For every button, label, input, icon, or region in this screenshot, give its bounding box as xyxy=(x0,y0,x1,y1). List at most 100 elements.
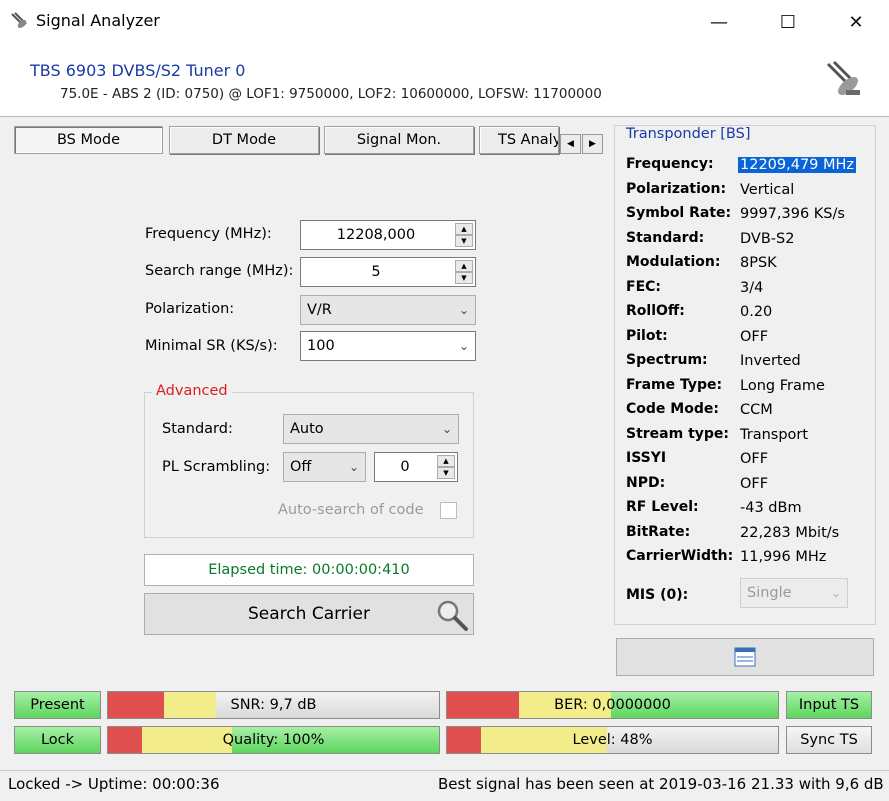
satellite-app-icon xyxy=(11,12,27,28)
search-range-input[interactable]: 5 ▲ ▼ xyxy=(300,257,476,287)
tab-ts-analyzer[interactable]: TS Analy xyxy=(479,126,559,154)
transponder-value: Long Frame xyxy=(740,377,825,394)
transponder-key: Frame Type: xyxy=(626,376,723,393)
transponder-key: RollOff: xyxy=(626,303,685,319)
frequency-input[interactable]: 12208,000 ▲ ▼ xyxy=(300,220,476,250)
transponder-value: OFF xyxy=(740,328,769,345)
search-range-label: Search range (MHz): xyxy=(145,263,294,279)
chevron-down-icon: ⌄ xyxy=(458,303,469,317)
transponder-key: FEC: xyxy=(626,278,661,295)
transponder-list-button[interactable] xyxy=(616,638,874,676)
transponder-value: 9997,396 KS/s xyxy=(740,206,845,222)
polarization-select[interactable]: V/R ⌄ xyxy=(300,295,476,325)
present-indicator: Present xyxy=(14,691,101,719)
pl-code-value: 0 xyxy=(400,459,410,475)
transponder-legend: Transponder [BS] xyxy=(622,126,755,142)
transponder-key: Pilot: xyxy=(626,327,668,344)
pl-scrambling-value: Off xyxy=(290,459,312,475)
snr-text: SNR: 9,7 dB xyxy=(230,697,317,713)
standard-select[interactable]: Auto ⌄ xyxy=(283,414,459,444)
mis-select[interactable]: Single ⌄ xyxy=(740,578,848,608)
minimal-sr-combo[interactable]: 100 ⌄ xyxy=(300,331,476,361)
transponder-value: CCM xyxy=(740,402,773,418)
search-range-spinner[interactable]: ▲ ▼ xyxy=(455,260,473,284)
pl-scrambling-select[interactable]: Off ⌄ xyxy=(283,452,366,482)
standard-label: Standard: xyxy=(162,421,233,437)
frequency-spinner[interactable]: ▲ ▼ xyxy=(455,223,473,247)
transponder-value[interactable]: 12209,479 MHz xyxy=(738,157,857,173)
search-range-value: 5 xyxy=(371,264,381,280)
standard-value: Auto xyxy=(290,421,324,437)
magnifier-icon xyxy=(437,600,468,631)
chevron-down-icon: ⌄ xyxy=(830,586,841,600)
maximize-button[interactable]: ☐ xyxy=(765,0,811,44)
pl-code-input[interactable]: 0 ▲ ▼ xyxy=(374,452,458,482)
transponder-key: NPD: xyxy=(626,474,666,491)
polarization-value: V/R xyxy=(307,302,332,318)
ber-bar: BER: 0,0000000 xyxy=(446,691,779,719)
elapsed-time: Elapsed time: 00:00:00:410 xyxy=(144,554,474,586)
polarization-label: Polarization: xyxy=(145,301,235,317)
auto-search-label: Auto-search of code xyxy=(278,502,424,518)
snr-bar: SNR: 9,7 dB xyxy=(107,691,440,719)
transponder-value: 22,283 Mbit/s xyxy=(740,524,840,541)
transponder-value: DVB-S2 xyxy=(740,230,795,247)
tab-scroll-left-button[interactable]: ◀ xyxy=(560,134,581,154)
transponder-key: BitRate: xyxy=(626,523,691,540)
quality-text: Quality: 100% xyxy=(222,732,325,748)
transponder-key: RF Level: xyxy=(626,499,699,515)
advanced-legend: Advanced xyxy=(152,383,232,399)
chevron-down-icon: ⌄ xyxy=(441,422,452,436)
transponder-value: Vertical xyxy=(740,181,795,198)
tab-signal-mon[interactable]: Signal Mon. xyxy=(324,126,474,154)
transponder-value: -43 dBm xyxy=(740,500,802,516)
transponder-key: CarrierWidth: xyxy=(626,548,734,564)
transponder-key: ISSYI xyxy=(626,450,667,466)
minimal-sr-label: Minimal SR (KS/s): xyxy=(145,338,278,354)
transponder-key: Standard: xyxy=(626,229,705,246)
header-panel xyxy=(0,44,889,117)
lock-indicator: Lock xyxy=(14,726,101,754)
frequency-value: 12208,000 xyxy=(336,227,416,243)
pl-scrambling-label: PL Scrambling: xyxy=(162,459,271,475)
tab-bs-mode[interactable]: BS Mode xyxy=(14,126,163,154)
minimize-button[interactable]: — xyxy=(696,0,742,44)
tab-scroll-right-button[interactable]: ▶ xyxy=(582,134,603,154)
input-ts-indicator: Input TS xyxy=(786,691,872,719)
transponder-value: OFF xyxy=(740,451,769,467)
transponder-key: Polarization: xyxy=(626,180,727,197)
ber-text: BER: 0,0000000 xyxy=(554,697,671,713)
transponder-value: 11,996 MHz xyxy=(740,549,827,565)
transponder-key: Modulation: xyxy=(626,254,721,270)
chevron-down-icon: ⌄ xyxy=(458,339,469,353)
pl-code-spinner[interactable]: ▲ ▼ xyxy=(437,455,455,479)
chevron-down-icon: ⌄ xyxy=(348,460,359,474)
transponder-value: Transport xyxy=(740,426,809,443)
level-text: Level: 48% xyxy=(572,732,653,748)
transponder-key: Symbol Rate: xyxy=(626,205,732,221)
transponder-key: Code Mode: xyxy=(626,401,719,417)
transponder-value: 3/4 xyxy=(740,279,764,296)
transponder-value: Inverted xyxy=(740,353,801,369)
close-button[interactable]: ✕ xyxy=(833,0,879,44)
minimal-sr-value: 100 xyxy=(307,338,335,354)
sync-ts-indicator: Sync TS xyxy=(786,726,872,754)
mis-value: Single xyxy=(747,585,792,601)
satellite-info: 75.0E - ABS 2 (ID: 0750) @ LOF1: 9750000… xyxy=(60,86,602,102)
level-bar: Level: 48% xyxy=(446,726,779,754)
frequency-label: Frequency (MHz): xyxy=(145,226,272,242)
auto-search-checkbox[interactable] xyxy=(440,502,457,519)
search-carrier-label: Search Carrier xyxy=(248,604,370,624)
satellite-dish-icon xyxy=(826,60,860,95)
tab-dt-mode[interactable]: DT Mode xyxy=(169,126,319,154)
transponder-key: Frequency: xyxy=(626,156,714,172)
quality-bar: Quality: 100% xyxy=(107,726,440,754)
status-uptime: Locked -> Uptime: 00:00:36 xyxy=(8,775,220,793)
transponder-key: Stream type: xyxy=(626,425,730,442)
transponder-value: 0.20 xyxy=(740,304,773,320)
transponder-value: 8PSK xyxy=(740,255,777,271)
transponder-key: Spectrum: xyxy=(626,352,708,368)
search-carrier-button[interactable]: Search Carrier xyxy=(144,593,474,635)
list-icon xyxy=(734,647,756,667)
window-title: Signal Analyzer xyxy=(36,11,160,30)
